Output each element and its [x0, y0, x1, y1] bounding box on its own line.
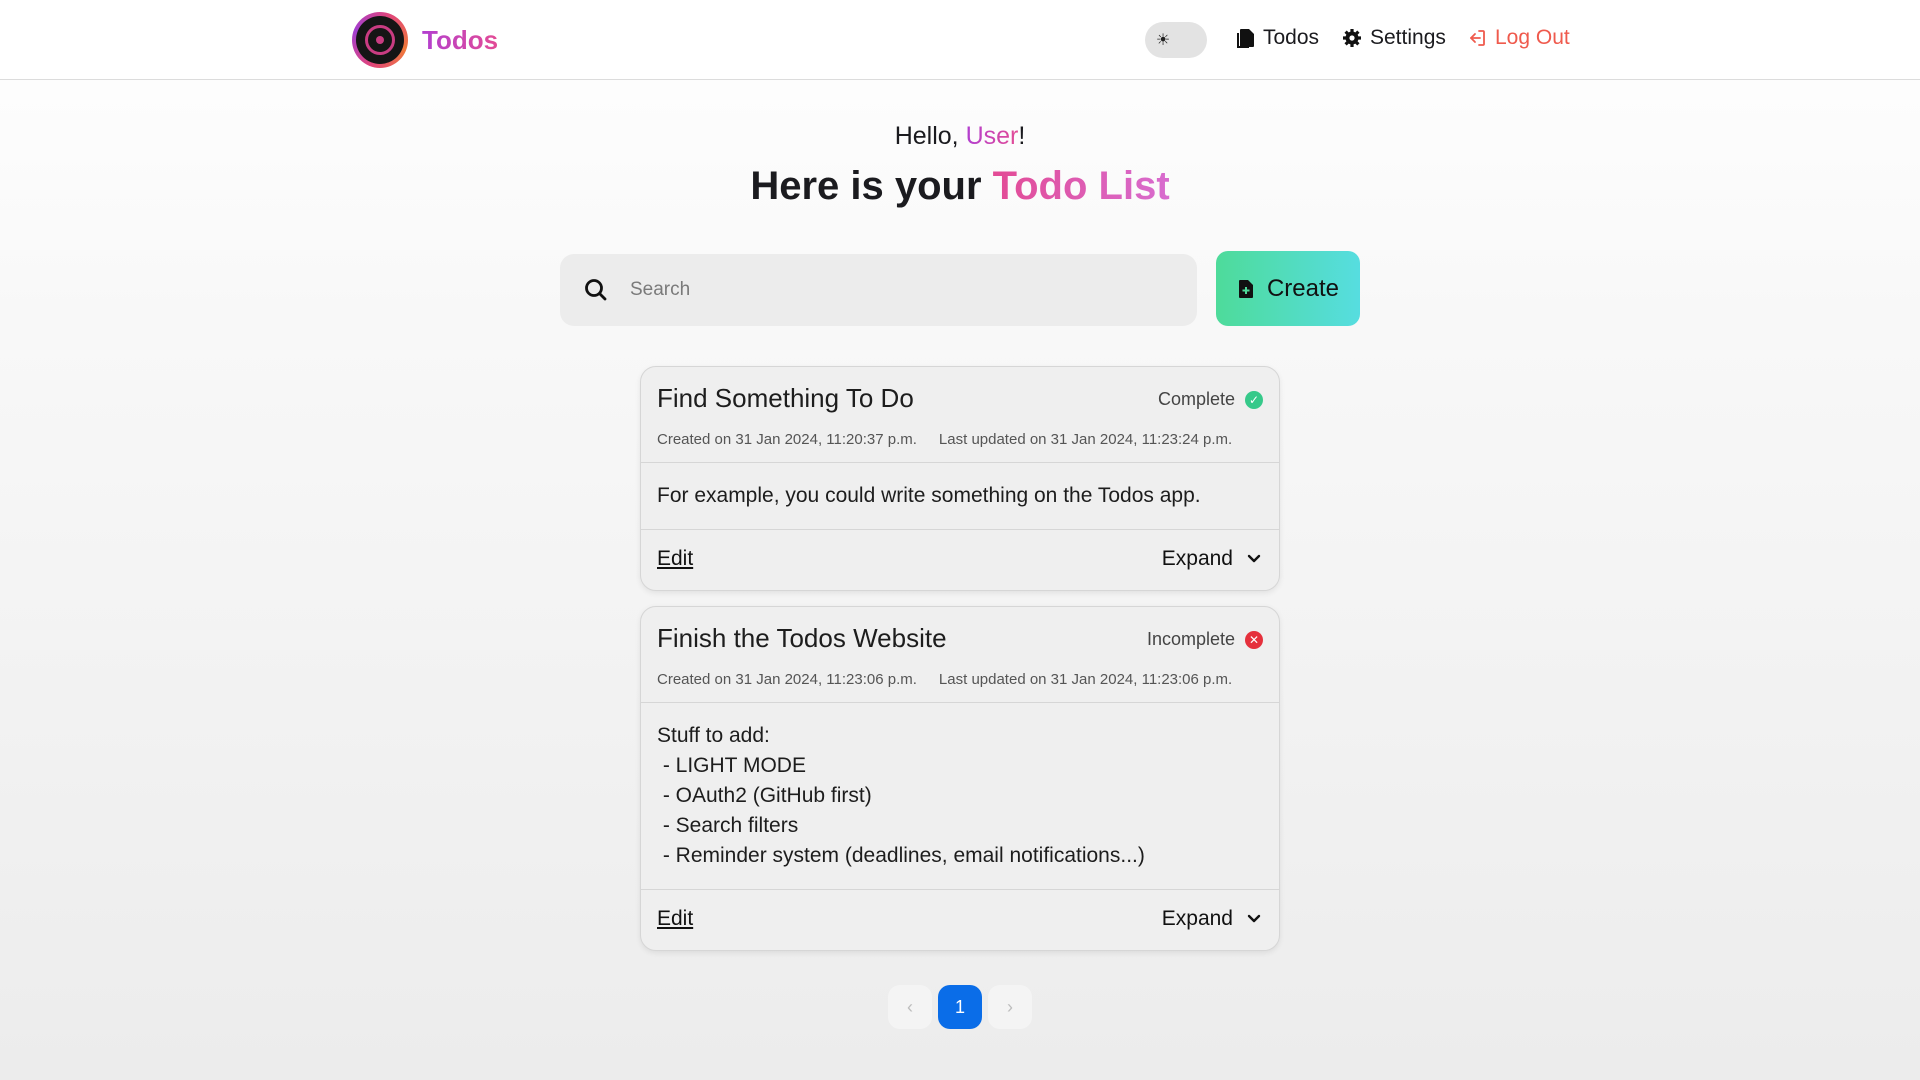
- logo-icon: [352, 12, 408, 68]
- prev-page-button[interactable]: ‹: [888, 985, 932, 1029]
- todo-body-line: - OAuth2 (GitHub first): [657, 784, 872, 807]
- expand-button[interactable]: Expand: [1162, 547, 1261, 571]
- page-title-prefix: Here is your: [750, 164, 993, 208]
- document-icon: [1237, 29, 1254, 48]
- status-label: Complete: [1157, 389, 1235, 409]
- nav-logout[interactable]: Log Out: [1467, 26, 1570, 50]
- chevron-down-icon: [1247, 914, 1261, 923]
- sun-icon: ☀: [1155, 32, 1171, 49]
- top-navbar: Todos ☀ Todos Settings Log Out: [0, 0, 1920, 80]
- gear-icon: [1343, 29, 1361, 47]
- expand-button[interactable]: Expand: [1162, 907, 1261, 931]
- status-badge: Complete ✓: [1158, 389, 1263, 410]
- todo-meta: Created on 31 Jan 2024, 11:20:37 p.m. La…: [657, 431, 1232, 448]
- create-button-label: Create: [1266, 274, 1340, 302]
- todo-body-line: - Search filters: [657, 814, 799, 837]
- brand-name: Todos: [422, 24, 499, 55]
- x-circle-icon: ✕: [1245, 630, 1263, 649]
- nav-settings-label: Settings: [1370, 26, 1446, 49]
- created-date: Created on 31 Jan 2024, 11:20:37 p.m.: [657, 431, 917, 448]
- status-badge: Incomplete ✕: [1147, 629, 1263, 650]
- todo-body-line: - LIGHT MODE: [657, 754, 806, 777]
- page-title-highlight: Todo List: [992, 164, 1170, 208]
- status-label: Incomplete: [1146, 629, 1235, 649]
- todo-title: Finish the Todos Website: [657, 623, 947, 653]
- todo-body-line: For example, you could write something o…: [657, 484, 1201, 507]
- edit-link[interactable]: Edit: [657, 547, 693, 571]
- todo-title: Find Something To Do: [657, 383, 914, 413]
- todo-body-line: Stuff to add:: [657, 724, 770, 747]
- next-page-button[interactable]: ›: [988, 985, 1032, 1029]
- todo-card: Find Something To Do Complete ✓ Created …: [640, 366, 1280, 591]
- search-bar: [560, 254, 1197, 326]
- logout-icon: [1470, 30, 1485, 46]
- todo-card: Finish the Todos Website Incomplete ✕ Cr…: [640, 606, 1280, 951]
- page-title: Here is your Todo List: [0, 164, 1920, 209]
- greeting: Hello, User!: [0, 122, 1920, 151]
- todo-meta: Created on 31 Jan 2024, 11:23:06 p.m. La…: [657, 671, 1232, 688]
- page-button-current[interactable]: 1: [938, 985, 982, 1029]
- create-button[interactable]: Create: [1216, 251, 1360, 326]
- search-input[interactable]: [630, 268, 1170, 312]
- nav-todos[interactable]: Todos: [1237, 26, 1319, 50]
- todo-body: For example, you could write something o…: [641, 463, 1279, 530]
- expand-label: Expand: [1161, 907, 1233, 930]
- updated-date: Last updated on 31 Jan 2024, 11:23:24 p.…: [938, 431, 1233, 448]
- nav-settings[interactable]: Settings: [1342, 26, 1446, 50]
- created-date: Created on 31 Jan 2024, 11:23:06 p.m.: [657, 671, 917, 688]
- add-file-icon: [1238, 279, 1253, 298]
- check-circle-icon: ✓: [1245, 390, 1263, 409]
- nav-logout-label: Log Out: [1495, 26, 1570, 49]
- greeting-prefix: Hello,: [894, 122, 966, 150]
- brand-link[interactable]: Todos: [352, 12, 498, 68]
- nav-todos-label: Todos: [1263, 26, 1320, 49]
- pagination: ‹ 1 ›: [888, 985, 1032, 1029]
- expand-label: Expand: [1161, 547, 1233, 570]
- greeting-suffix: !: [1018, 122, 1026, 150]
- updated-date: Last updated on 31 Jan 2024, 11:23:06 p.…: [938, 671, 1233, 688]
- greeting-user: User: [965, 122, 1019, 150]
- todo-body-line: - Reminder system (deadlines, email noti…: [657, 844, 1145, 867]
- edit-link[interactable]: Edit: [657, 907, 693, 931]
- chevron-down-icon: [1247, 554, 1261, 563]
- theme-toggle[interactable]: ☀: [1145, 22, 1207, 58]
- todo-body: Stuff to add: - LIGHT MODE - OAuth2 (Git…: [641, 703, 1279, 890]
- search-icon: [585, 279, 607, 301]
